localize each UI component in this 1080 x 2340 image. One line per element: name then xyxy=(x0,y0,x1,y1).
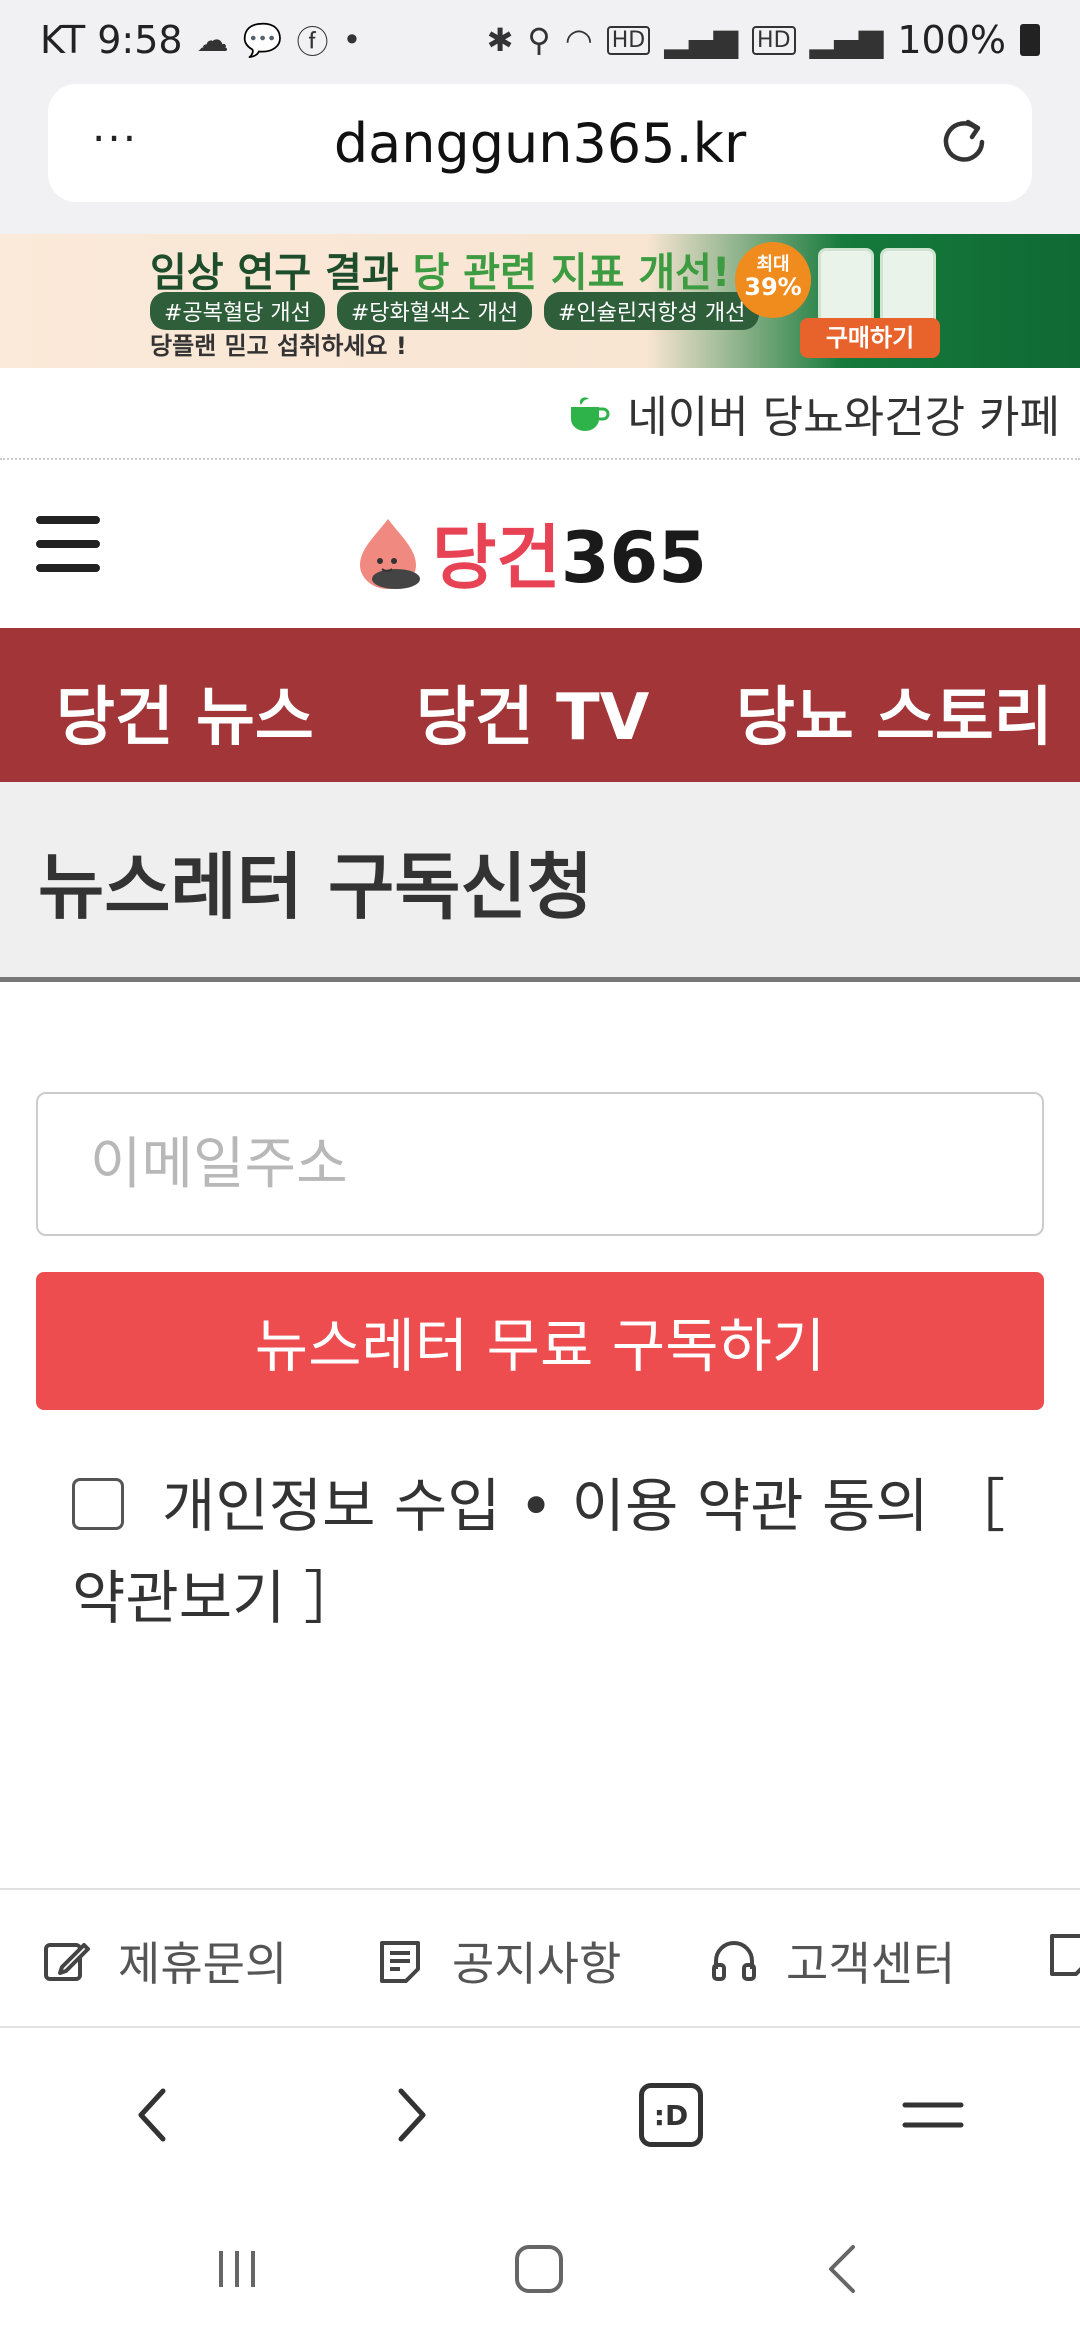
headset-icon xyxy=(712,1941,756,1981)
chevron-right-icon xyxy=(398,2088,426,2142)
android-navigation-bar xyxy=(0,2198,1080,2340)
logo-text: 당건365 xyxy=(432,517,707,599)
banner-tag: #인슐린저항성 개선 xyxy=(543,292,760,330)
menu-button[interactable] xyxy=(898,2080,968,2150)
banner-subtitle: 당플랜 믿고 섭취하세요 ! xyxy=(150,332,407,360)
agree-checkbox[interactable] xyxy=(72,1478,124,1530)
recent-apps-button[interactable] xyxy=(202,2234,272,2304)
mascot-icon xyxy=(360,518,420,589)
discount-badge: 최대 39% xyxy=(735,242,811,318)
cloud-icon: ☁ xyxy=(196,21,229,59)
battery-icon xyxy=(1020,24,1040,56)
footer-links: 제휴문의 공지사항 고객센터 xyxy=(0,1888,1080,2028)
url-text[interactable]: danggun365.kr xyxy=(334,112,746,175)
footer-link-label: 고객센터 xyxy=(786,1937,956,1991)
battery-percent: 100% xyxy=(897,18,1006,62)
site-logo[interactable]: 당건365 xyxy=(348,502,707,603)
email-field[interactable] xyxy=(36,1092,1044,1236)
footer-link-label: 공지사항 xyxy=(452,1937,622,1991)
footer-link-support[interactable]: 고객센터 xyxy=(708,1928,955,1994)
signal-icon: ▂▄▆ xyxy=(664,21,739,59)
hamburger-menu-icon[interactable] xyxy=(36,516,100,572)
carrier-time: KT 9:58 xyxy=(40,18,183,62)
wifi-icon: ◠ xyxy=(564,21,593,59)
address-bar[interactable]: ··· danggun365.kr xyxy=(48,84,1032,202)
back-button[interactable] xyxy=(118,2080,188,2150)
footer-link-more[interactable] xyxy=(1044,1928,1080,1980)
tabs-icon: :D xyxy=(639,2083,703,2147)
footer-link-label: 제휴문의 xyxy=(118,1937,288,1991)
menu-icon xyxy=(902,2102,964,2128)
nav-item-tv[interactable]: 당건 TV xyxy=(416,666,649,758)
banner-tag: #공복혈당 개선 xyxy=(150,292,325,330)
status-bar: KT 9:58 ☁ 💬 ⓕ • ✱ ⚲ ◠ HD ▂▄▆ HD ▂▄▆ 100% xyxy=(0,0,1080,80)
banner-title: 임상 연구 결과 당 관련 지표 개선! xyxy=(150,250,731,296)
footer-link-partnership[interactable]: 제휴문의 xyxy=(40,1928,287,1994)
reload-icon[interactable] xyxy=(932,110,996,174)
banner-tag: #당화혈색소 개선 xyxy=(336,292,532,330)
hd-icon: HD xyxy=(752,25,796,55)
more-options-icon[interactable]: ··· xyxy=(92,114,138,163)
chevron-left-icon xyxy=(138,2088,166,2142)
dot-icon: • xyxy=(342,21,362,59)
section-header: 뉴스레터 구독신청 xyxy=(0,782,1080,982)
main-nav: 당건 뉴스 당건 TV 당뇨 스토리 xyxy=(0,628,1080,782)
browser-toolbar: :D xyxy=(0,2028,1080,2198)
footer-link-notice[interactable]: 공지사항 xyxy=(374,1928,621,1994)
browser-url-area: ··· danggun365.kr xyxy=(0,80,1080,234)
bluetooth-icon: ✱ xyxy=(486,21,514,59)
banner-tags: #공복혈당 개선 #당화혈색소 개선 #인슐린저항성 개선 xyxy=(150,292,760,330)
cafe-label: 네이버 당뇨와건강 카페 xyxy=(627,392,1060,443)
home-button[interactable] xyxy=(504,2234,574,2304)
recent-apps-icon xyxy=(219,2251,255,2287)
buy-button[interactable]: 구매하기 xyxy=(800,318,940,358)
naver-cafe-link[interactable]: 네이버 당뇨와건강 카페 xyxy=(0,368,1080,460)
tabs-button[interactable]: :D xyxy=(636,2080,706,2150)
notice-icon xyxy=(380,1941,420,1983)
coffee-cup-icon xyxy=(571,397,610,431)
location-icon: ⚲ xyxy=(527,21,551,59)
document-icon xyxy=(1050,1934,1080,1976)
ad-banner[interactable]: 임상 연구 결과 당 관련 지표 개선! #공복혈당 개선 #당화혈색소 개선 … xyxy=(0,234,1080,368)
home-icon xyxy=(515,2245,563,2293)
page-title: 뉴스레터 구독신청 xyxy=(38,845,593,929)
signal-icon: ▂▄▆ xyxy=(809,21,884,59)
subscribe-button[interactable]: 뉴스레터 무료 구독하기 xyxy=(36,1272,1044,1410)
nav-item-story[interactable]: 당뇨 스토리 xyxy=(736,666,1053,758)
kakaotalk-icon: 💬 xyxy=(242,21,283,59)
forward-button[interactable] xyxy=(376,2080,446,2150)
agree-label[interactable]: 개인정보 수입 • 이용 약관 동의 ［ 약관보기 ］ xyxy=(72,1472,1005,1632)
agree-row: 개인정보 수입 • 이용 약관 동의 ［ 약관보기 ］ xyxy=(72,1460,1042,1644)
hd-icon: HD xyxy=(606,25,651,55)
facebook-icon: ⓕ xyxy=(296,23,329,61)
edit-icon xyxy=(44,1943,90,1981)
site-header: 당건365 xyxy=(0,460,1080,628)
system-back-button[interactable] xyxy=(808,2234,878,2304)
back-arrow-icon xyxy=(829,2245,855,2293)
nav-item-news[interactable]: 당건 뉴스 xyxy=(56,666,314,758)
